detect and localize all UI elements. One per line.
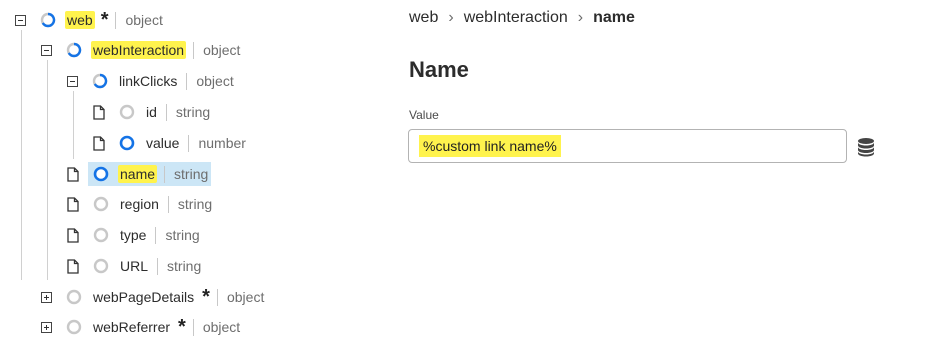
breadcrumb: web › webInteraction › name: [409, 9, 635, 27]
tree-node-name[interactable]: name string: [67, 161, 208, 187]
node-name: name: [118, 165, 158, 183]
node-type: object: [202, 319, 241, 335]
node-type: string: [167, 258, 202, 274]
node-name: web: [65, 11, 95, 29]
node-type: string: [165, 227, 200, 243]
tree-node-id[interactable]: id string: [93, 99, 210, 125]
status-ring-icon: [92, 73, 108, 89]
tree-node-linkclicks[interactable]: linkClicks object: [67, 68, 234, 94]
status-ring-icon: [40, 12, 56, 28]
collapse-icon[interactable]: [67, 75, 78, 87]
tree-node-web[interactable]: web * object: [15, 7, 163, 33]
separator: [155, 226, 157, 244]
separator: [164, 165, 166, 183]
status-ring-icon: [66, 319, 82, 335]
separator: [186, 72, 188, 90]
status-ring-icon: [93, 196, 109, 212]
document-icon: [93, 135, 105, 151]
status-ring-icon: [93, 227, 109, 243]
separator: [157, 257, 159, 275]
node-name: region: [120, 196, 159, 212]
separator: [188, 134, 190, 152]
node-type: object: [196, 73, 234, 89]
status-ring-icon: [119, 135, 135, 151]
node-type: object: [125, 12, 163, 28]
status-ring-icon: [66, 289, 82, 305]
breadcrumb-item-webinteraction[interactable]: webInteraction: [464, 9, 568, 27]
required-marker: *: [100, 9, 109, 31]
separator: [216, 288, 218, 306]
breadcrumb-item-web[interactable]: web: [409, 9, 438, 27]
document-icon: [67, 166, 79, 182]
status-ring-icon: [119, 104, 135, 120]
required-marker: *: [202, 286, 210, 308]
required-marker: *: [178, 316, 186, 338]
status-ring-icon: [66, 42, 82, 58]
node-type: number: [198, 135, 246, 151]
document-icon: [67, 258, 79, 274]
node-name: id: [146, 104, 157, 120]
document-icon: [67, 196, 79, 212]
separator: [115, 11, 117, 29]
separator: [193, 41, 195, 59]
node-type: string: [177, 196, 213, 212]
node-type: string: [175, 104, 211, 120]
status-ring-icon: [93, 258, 109, 274]
node-type: string: [174, 166, 209, 182]
node-name: webReferrer: [93, 319, 171, 335]
expand-icon[interactable]: [41, 321, 52, 333]
node-name: webInteraction: [91, 41, 187, 59]
expand-icon[interactable]: [41, 291, 52, 303]
node-type: object: [203, 42, 241, 58]
collapse-icon[interactable]: [15, 14, 26, 26]
value-label: Value: [409, 108, 439, 122]
breadcrumb-item-current: name: [593, 9, 635, 26]
value-field[interactable]: %custom link name%: [408, 129, 847, 163]
tree-connector: [73, 91, 74, 159]
page-title: Name: [409, 57, 469, 82]
tree-node-region[interactable]: region string: [67, 191, 212, 217]
tree-node-value[interactable]: value number: [93, 130, 246, 156]
document-icon: [93, 104, 105, 120]
tree-node-webpagedetails[interactable]: webPageDetails * object: [41, 284, 264, 310]
tree-node-url[interactable]: URL string: [67, 253, 201, 279]
separator: [167, 195, 169, 213]
tree-connector: [47, 60, 48, 280]
schema-tree: web * object webInteraction object linkC…: [0, 0, 400, 337]
database-icon[interactable]: [857, 137, 875, 157]
tree-node-webreferrer[interactable]: webReferrer * object: [41, 314, 240, 340]
tree-node-type[interactable]: type string: [67, 222, 200, 248]
node-name: value: [146, 135, 180, 151]
node-name: linkClicks: [119, 73, 178, 89]
tree-connector: [21, 30, 22, 280]
chevron-right-icon: ›: [448, 9, 454, 26]
status-ring-icon: [93, 166, 109, 182]
tree-node-webinteraction[interactable]: webInteraction object: [41, 37, 240, 63]
node-name: webPageDetails: [93, 289, 195, 305]
chevron-right-icon: ›: [577, 9, 584, 26]
node-name: URL: [120, 258, 149, 274]
separator: [165, 103, 167, 121]
value-text: %custom link name%: [419, 135, 561, 157]
node-type: object: [226, 289, 265, 305]
node-name: type: [120, 227, 147, 243]
collapse-icon[interactable]: [41, 44, 52, 56]
separator: [192, 318, 194, 336]
document-icon: [67, 227, 79, 243]
